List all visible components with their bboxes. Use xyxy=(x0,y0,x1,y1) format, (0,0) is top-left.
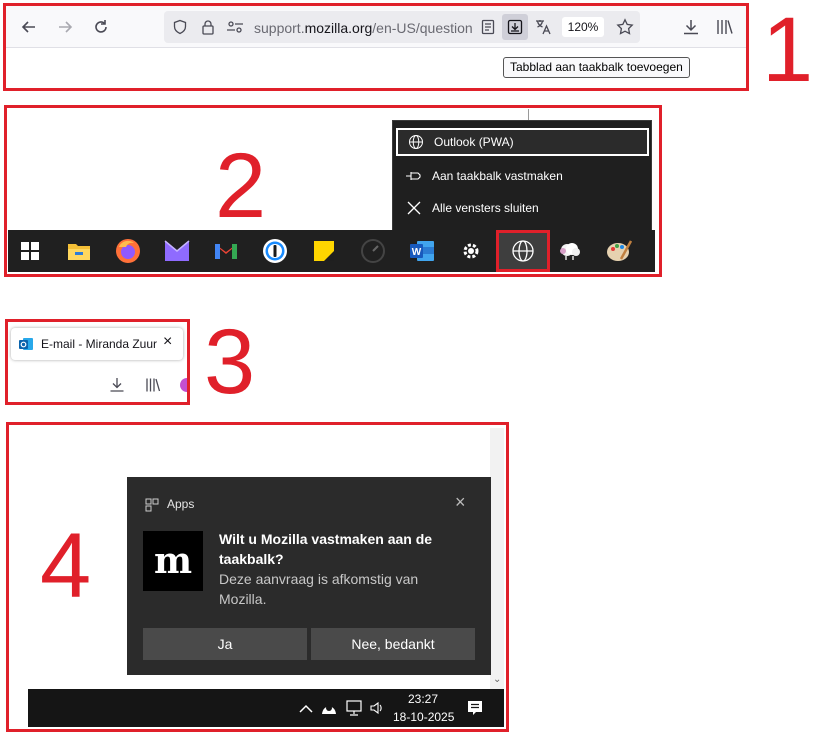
svg-text:W: W xyxy=(412,247,422,258)
system-tray: 23:27 18-10-2025 xyxy=(28,689,504,727)
apps-icon xyxy=(145,498,159,517)
install-tab-icon[interactable] xyxy=(502,14,528,40)
globe-icon xyxy=(398,134,434,150)
tray-date[interactable]: 18-10-2025 xyxy=(393,710,454,724)
page-scrollbar[interactable]: ⌄ xyxy=(490,428,504,689)
zoom-level[interactable]: 120% xyxy=(562,17,604,37)
url-domain: mozilla.org xyxy=(304,20,373,36)
translate-icon[interactable] xyxy=(534,18,552,41)
browser-tab-outlook[interactable]: E-mail - Miranda Zuurl × xyxy=(11,328,183,360)
proton-mail-icon[interactable] xyxy=(161,235,193,267)
url-prefix: support. xyxy=(254,20,305,36)
reader-view-icon[interactable] xyxy=(480,19,496,40)
volume-icon[interactable] xyxy=(369,700,385,721)
jumplist-item-pin[interactable]: Aan taakbalk vastmaken xyxy=(396,162,649,190)
sticky-notes-icon[interactable] xyxy=(308,235,340,267)
scroll-down-arrow[interactable]: ⌄ xyxy=(493,674,501,685)
back-arrow-icon[interactable] xyxy=(18,16,40,38)
firefox-icon[interactable] xyxy=(112,235,144,267)
notification-body: Deze aanvraag is afkomstig van Mozilla. xyxy=(219,571,419,607)
onepassword-icon[interactable] xyxy=(259,235,291,267)
app-tray-icon[interactable] xyxy=(320,698,338,721)
browser-toolbar: support.mozilla.org/en-US/question 120% xyxy=(6,6,746,48)
annotation-number-3: 3 xyxy=(204,311,256,413)
annotation-number-4: 4 xyxy=(40,515,92,617)
library-icon[interactable] xyxy=(144,377,162,398)
install-tab-tooltip: Tabblad aan taakbalk toevoegen xyxy=(503,57,690,78)
notification-app-label: Apps xyxy=(167,497,195,511)
extension-icon[interactable] xyxy=(180,378,187,392)
forward-arrow-icon[interactable] xyxy=(54,16,76,38)
pin-request-notification: Apps × m Wilt u Mozilla vastmaken aan de… xyxy=(127,477,491,675)
taskbar-jumplist-menu: Outlook (PWA) Aan taakbalk vastmaken All… xyxy=(392,120,652,231)
jumplist-item-outlook[interactable]: Outlook (PWA) xyxy=(396,128,649,156)
decline-button[interactable]: Nee, bedankt xyxy=(311,628,475,660)
notification-close-button[interactable]: × xyxy=(455,492,466,513)
annotation-number-2: 2 xyxy=(215,135,267,237)
close-icon xyxy=(396,201,432,215)
windows-taskbar: W xyxy=(8,230,655,272)
lock-icon[interactable] xyxy=(200,19,216,40)
windows-start-icon[interactable] xyxy=(14,235,46,267)
paint-palette-icon[interactable] xyxy=(603,235,635,267)
outlook-icon xyxy=(18,336,34,357)
settings-gear-icon[interactable] xyxy=(455,235,487,267)
chevron-up-icon[interactable] xyxy=(299,701,313,719)
tray-time[interactable]: 23:27 xyxy=(408,692,438,706)
tab-title: E-mail - Miranda Zuurl xyxy=(41,337,157,351)
shield-icon[interactable] xyxy=(172,19,188,40)
speedometer-icon[interactable] xyxy=(357,235,389,267)
annotation-number-1: 1 xyxy=(762,0,814,101)
file-explorer-icon[interactable] xyxy=(63,235,95,267)
mozilla-logo: m xyxy=(143,531,203,591)
permissions-icon[interactable] xyxy=(226,19,244,40)
jumplist-label-pin: Aan taakbalk vastmaken xyxy=(432,169,563,183)
mozilla-logo-letter: m xyxy=(153,540,193,582)
notification-center-icon[interactable] xyxy=(467,700,483,721)
jumplist-item-close-all[interactable]: Alle vensters sluiten xyxy=(396,194,649,222)
pin-icon xyxy=(396,169,432,183)
url-bar[interactable]: support.mozilla.org/en-US/question 120% xyxy=(164,11,640,43)
gmail-icon[interactable] xyxy=(210,235,242,267)
download-icon[interactable] xyxy=(109,377,125,398)
url-path: /en-US/question xyxy=(372,20,473,36)
notification-title: Wilt u Mozilla vastmaken aan de taakbalk… xyxy=(219,531,433,567)
bookmark-star-icon[interactable] xyxy=(616,18,634,41)
url-text[interactable]: support.mozilla.org/en-US/question xyxy=(254,20,482,36)
network-icon[interactable] xyxy=(345,700,363,721)
reload-icon[interactable] xyxy=(90,16,112,38)
jumplist-label-outlook: Outlook (PWA) xyxy=(434,135,514,149)
sheep-app-icon[interactable] xyxy=(554,235,586,267)
word-icon[interactable]: W xyxy=(406,235,438,267)
tab-close-button[interactable]: × xyxy=(163,333,172,351)
download-icon[interactable] xyxy=(680,16,702,38)
library-icon[interactable] xyxy=(714,16,736,38)
globe-pwa-icon[interactable] xyxy=(496,230,550,272)
accept-button[interactable]: Ja xyxy=(143,628,307,660)
jumplist-label-close-all: Alle vensters sluiten xyxy=(432,201,539,215)
